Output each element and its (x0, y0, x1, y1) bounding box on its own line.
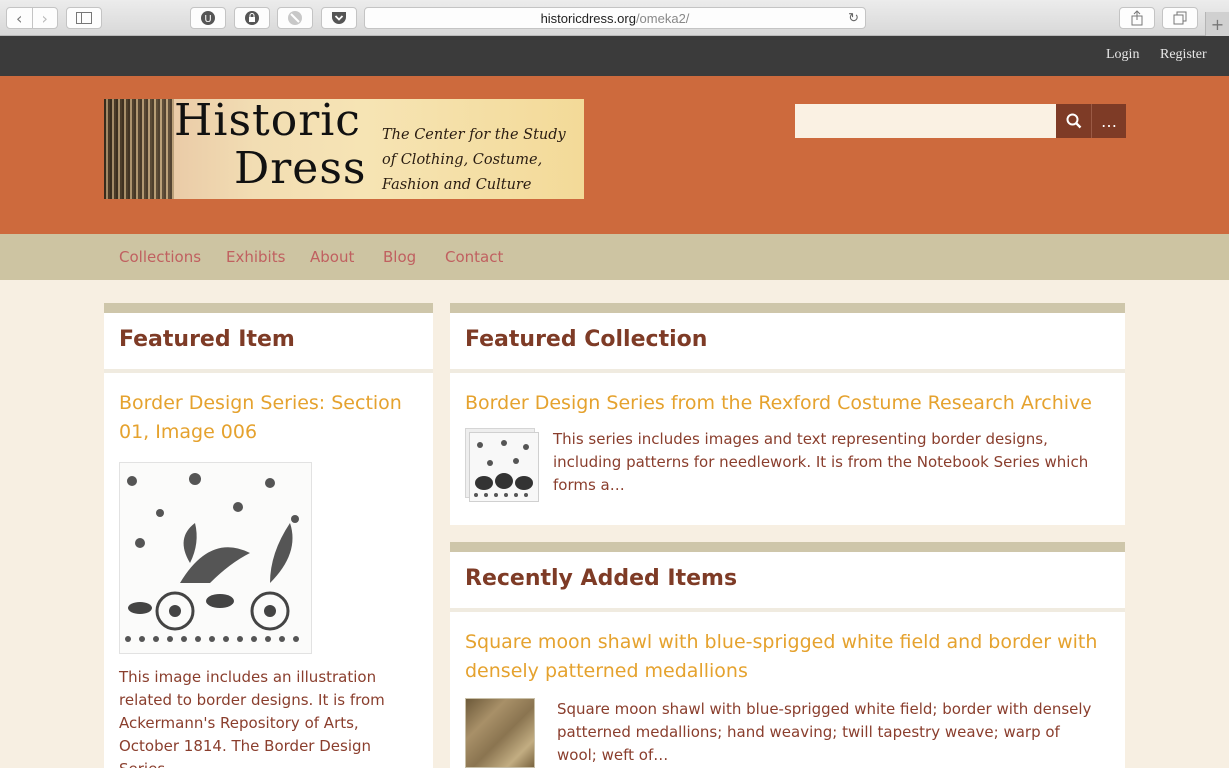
svg-text:U: U (204, 14, 211, 25)
collection-thumbnail[interactable] (465, 428, 541, 502)
nav-blog[interactable]: Blog (383, 248, 416, 266)
address-bar[interactable]: historicdress.org/omeka2/ ↻ (364, 7, 866, 29)
search-button[interactable] (1056, 104, 1091, 138)
site-logo[interactable]: Historic Dress The Center for the Study … (104, 99, 584, 199)
tabs-overview-icon[interactable] (1162, 7, 1198, 29)
logo-subtitle: The Center for the Study of Clothing, Co… (382, 127, 566, 193)
extension-block-icon[interactable] (277, 7, 313, 29)
nav-contact[interactable]: Contact (445, 248, 503, 266)
recent-item-thumbnail[interactable] (465, 698, 535, 768)
featured-collection-heading: Featured Collection (465, 327, 708, 352)
featured-item-panel: Featured Item Border Design Series: Sect… (104, 303, 433, 768)
history-nav: ‹ › (6, 7, 58, 29)
logo-title-line2: Dress (234, 143, 367, 194)
recent-item-description: Square moon shawl with blue-sprigged whi… (557, 700, 1092, 764)
recent-items-panel: Recently Added Items Square moon shawl w… (450, 542, 1125, 768)
featured-collection-panel: Featured Collection Border Design Series… (450, 303, 1125, 525)
extension-u-icon[interactable]: U (190, 7, 226, 29)
sidebar-toggle-icon[interactable] (66, 7, 102, 29)
nav-exhibits[interactable]: Exhibits (226, 248, 285, 266)
extension-lock-icon[interactable] (234, 7, 270, 29)
main-nav: Collections Exhibits About Blog Contact (0, 234, 1229, 280)
url-domain: historicdress.org (540, 10, 636, 26)
reload-icon[interactable]: ↻ (848, 10, 859, 26)
forward-icon[interactable]: › (31, 8, 58, 28)
featured-item-heading: Featured Item (119, 327, 295, 352)
featured-item-title[interactable]: Border Design Series: Section 01, Image … (119, 389, 418, 447)
search-input[interactable] (795, 104, 1056, 138)
logo-title-line1: Historic (174, 99, 361, 146)
back-icon[interactable]: ‹ (7, 8, 32, 28)
url-path: /omeka2/ (635, 10, 690, 26)
recent-items-heading: Recently Added Items (465, 566, 738, 591)
browser-toolbar: ‹ › U historicdress.org/omeka2/ ↻ + (0, 0, 1229, 36)
share-icon[interactable] (1119, 7, 1155, 29)
register-link[interactable]: Register (1160, 47, 1207, 63)
featured-collection-description: This series includes images and text rep… (553, 430, 1089, 494)
featured-collection-title[interactable]: Border Design Series from the Rexford Co… (465, 389, 1110, 418)
nav-about[interactable]: About (310, 248, 354, 266)
search-icon (1066, 113, 1081, 129)
fringe-decoration (104, 99, 174, 199)
advanced-search-button[interactable]: … (1091, 104, 1126, 138)
recent-item-title[interactable]: Square moon shawl with blue-sprigged whi… (465, 628, 1110, 686)
site-header: Historic Dress The Center for the Study … (0, 76, 1229, 234)
user-bar: Login Register (0, 36, 1229, 76)
pocket-icon[interactable] (321, 7, 357, 29)
nav-collections[interactable]: Collections (119, 248, 201, 266)
featured-item-description: This image includes an illustration rela… (119, 668, 385, 768)
login-link[interactable]: Login (1106, 47, 1139, 63)
featured-item-image[interactable] (119, 462, 312, 654)
new-tab-icon[interactable]: + (1205, 12, 1229, 36)
